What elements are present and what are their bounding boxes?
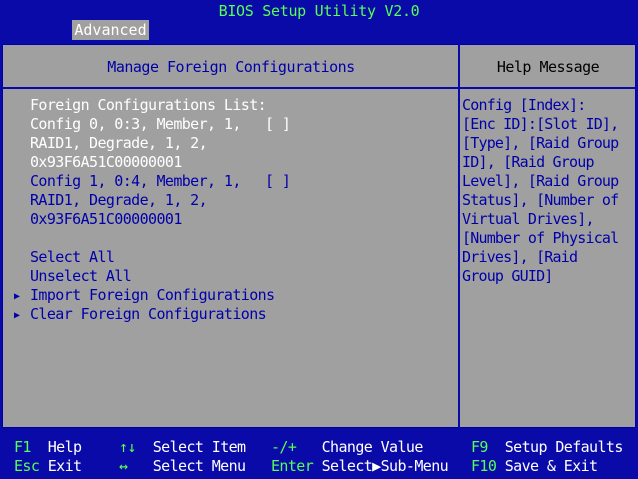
footer-key: ↔ (119, 457, 128, 475)
help-line: Drives], [Raid (462, 248, 578, 266)
footer-key: Esc (14, 457, 40, 475)
footer-key: F1 (14, 438, 31, 456)
right-triangle-icon: ▶ (14, 310, 21, 321)
help-line: Group GUID] (462, 267, 553, 285)
config-1-line2: RAID1, Degrade, 1, 2, (30, 191, 208, 209)
unselect-all-item[interactable]: Unselect All (30, 267, 132, 286)
config-1-line3: 0x93F6A51C00000001 (30, 210, 182, 228)
footer-key: Enter (271, 457, 314, 475)
help-message: Config [Index]: [Enc ID]:[Slot ID], [Typ… (462, 96, 634, 286)
help-line: ID], [Raid Group (462, 153, 595, 171)
footer-key: F10 (471, 457, 497, 475)
footer-desc: Select▶Sub-Menu (321, 457, 449, 475)
import-foreign-config-item[interactable]: Import Foreign Configurations (30, 286, 275, 305)
footer-desc: Exit (47, 457, 82, 475)
footer-select-submenu: Enter Select▶Sub-Menu (271, 457, 449, 476)
config-0-line3: 0x93F6A51C00000001 (30, 153, 182, 171)
config-0-line1[interactable]: Config 0, 0:3, Member, 1, (30, 115, 241, 134)
config-1-line1[interactable]: Config 1, 0:4, Member, 1, (30, 172, 241, 191)
footer-desc: Help (47, 438, 82, 456)
right-triangle-icon: ▶ (14, 291, 21, 302)
help-line: [Enc ID]:[Slot ID], (462, 115, 619, 133)
help-line: [Type], [Raid Group (462, 134, 619, 152)
footer-setup-defaults: F9 Setup Defaults (471, 438, 623, 457)
clear-foreign-config-item[interactable]: Clear Foreign Configurations (30, 305, 267, 324)
footer-key: -/+ (271, 438, 297, 456)
config-0-checkbox[interactable]: [ ] (265, 115, 291, 134)
help-title: Help Message (496, 58, 600, 76)
tab-advanced[interactable]: Advanced (72, 20, 149, 40)
footer-select-menu: ↔ Select Menu (119, 457, 246, 476)
help-line: [Number of Physical (462, 229, 619, 247)
config-1-checkbox[interactable]: [ ] (265, 172, 291, 191)
footer-desc: Setup Defaults (504, 438, 624, 456)
footer-key: F9 (471, 438, 488, 456)
help-line: Config [Index]: (462, 96, 586, 114)
help-line: Status], [Number of (462, 191, 619, 209)
help-line: Level], [Raid Group (462, 172, 619, 190)
footer-desc: Change Value (321, 438, 424, 456)
footer-desc: Select Item (152, 438, 246, 456)
footer-change-value: -/+ Change Value (271, 438, 423, 457)
footer-desc: Select Menu (152, 457, 246, 475)
footer-f1: F1 Help (14, 438, 82, 457)
footer-key: ↑↓ (119, 438, 136, 456)
help-line: Virtual Drives], (462, 210, 595, 228)
footer-select-item: ↑↓ Select Item (119, 438, 246, 457)
footer-esc: Esc Exit (14, 457, 82, 476)
config-0-line2: RAID1, Degrade, 1, 2, (30, 134, 208, 152)
foreign-config-list-heading: Foreign Configurations List: (30, 96, 267, 114)
select-all-item[interactable]: Select All (30, 248, 115, 267)
footer-desc: Save & Exit (504, 457, 598, 475)
header-divider (2, 87, 636, 89)
app-title: BIOS Setup Utility V2.0 (218, 2, 420, 20)
footer-save-exit: F10 Save & Exit (471, 457, 598, 476)
panel-divider (458, 44, 460, 428)
panel-title: Manage Foreign Configurations (107, 58, 355, 76)
